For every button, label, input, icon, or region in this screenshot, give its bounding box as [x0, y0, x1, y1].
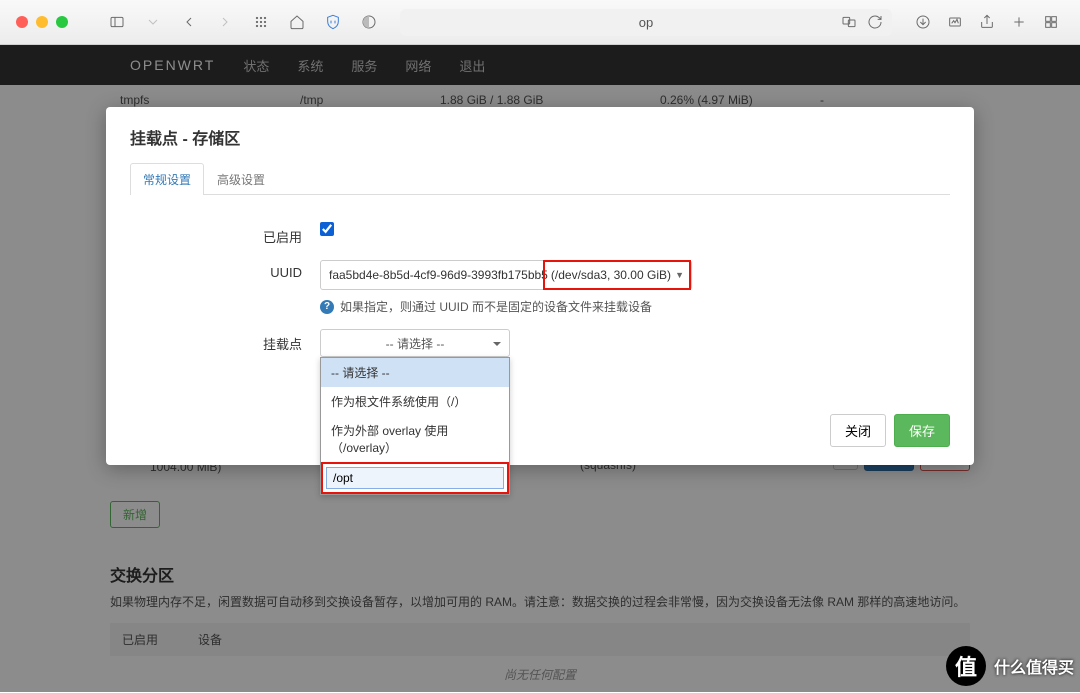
label-uuid: UUID	[130, 260, 320, 280]
refresh-icon[interactable]	[864, 10, 886, 34]
annotate-icon[interactable]	[942, 10, 968, 34]
label-mount: 挂载点	[130, 329, 320, 353]
browser-toolbar: op	[0, 0, 1080, 45]
chevron-down-icon: ▼	[675, 270, 684, 280]
traffic-lights	[16, 16, 68, 28]
mount-point-dropdown: -- 请选择 -- 作为根文件系统使用（/） 作为外部 overlay 使用（/…	[320, 357, 510, 495]
watermark-text: 什么值得买	[994, 654, 1074, 678]
privacy-icon[interactable]	[356, 10, 382, 34]
address-text: op	[639, 15, 653, 30]
dropdown-option-placeholder[interactable]: -- 请选择 --	[321, 358, 509, 387]
dropdown-custom-input[interactable]	[326, 467, 504, 489]
tab-advanced[interactable]: 高级设置	[204, 163, 278, 195]
dropdown-option-root[interactable]: 作为根文件系统使用（/）	[321, 387, 509, 416]
chevron-down-icon[interactable]	[140, 10, 166, 34]
minimize-window-button[interactable]	[36, 16, 48, 28]
close-button[interactable]: 关闭	[830, 414, 886, 447]
translate-icon[interactable]	[838, 10, 860, 34]
maximize-window-button[interactable]	[56, 16, 68, 28]
mount-edit-modal: 挂载点 - 存储区 常规设置 高级设置 已启用 UUID faa5bd4e-8b…	[106, 107, 974, 465]
mount-point-select[interactable]: -- 请选择 --	[320, 329, 510, 357]
enabled-checkbox[interactable]	[320, 222, 334, 236]
close-window-button[interactable]	[16, 16, 28, 28]
downloads-icon[interactable]	[910, 10, 936, 34]
forward-button[interactable]	[212, 10, 238, 34]
tab-general[interactable]: 常规设置	[130, 163, 204, 195]
dropdown-option-overlay[interactable]: 作为外部 overlay 使用（/overlay）	[321, 416, 509, 462]
uuid-select[interactable]: faa5bd4e-8b5d-4cf9-96d9-3993fb175bb5 (/d…	[320, 260, 692, 290]
home-icon[interactable]	[284, 10, 310, 34]
share-icon[interactable]	[974, 10, 1000, 34]
back-button[interactable]	[176, 10, 202, 34]
uuid-hint: 如果指定，则通过 UUID 而不是固定的设备文件来挂载设备	[340, 298, 652, 315]
modal-title: 挂载点 - 存储区	[130, 125, 950, 163]
uuid-value: faa5bd4e-8b5d-4cf9-96d9-3993fb175bb5	[321, 268, 556, 282]
save-button[interactable]: 保存	[894, 414, 950, 447]
dropdown-custom-input-wrap	[321, 462, 509, 494]
shield-icon[interactable]	[320, 10, 346, 34]
tabs-icon[interactable]	[1038, 10, 1064, 34]
watermark-logo: 值	[946, 646, 986, 686]
modal-tabs: 常规设置 高级设置	[130, 163, 950, 195]
info-icon: ?	[320, 300, 334, 314]
grid-icon[interactable]	[248, 10, 274, 34]
watermark: 值 什么值得买	[946, 646, 1074, 686]
address-bar[interactable]: op	[400, 9, 892, 36]
sidebar-toggle-icon[interactable]	[104, 10, 130, 34]
new-tab-icon[interactable]	[1006, 10, 1032, 34]
uuid-device-badge: (/dev/sda3, 30.00 GiB)▼	[543, 260, 691, 290]
label-enabled: 已启用	[130, 222, 320, 246]
